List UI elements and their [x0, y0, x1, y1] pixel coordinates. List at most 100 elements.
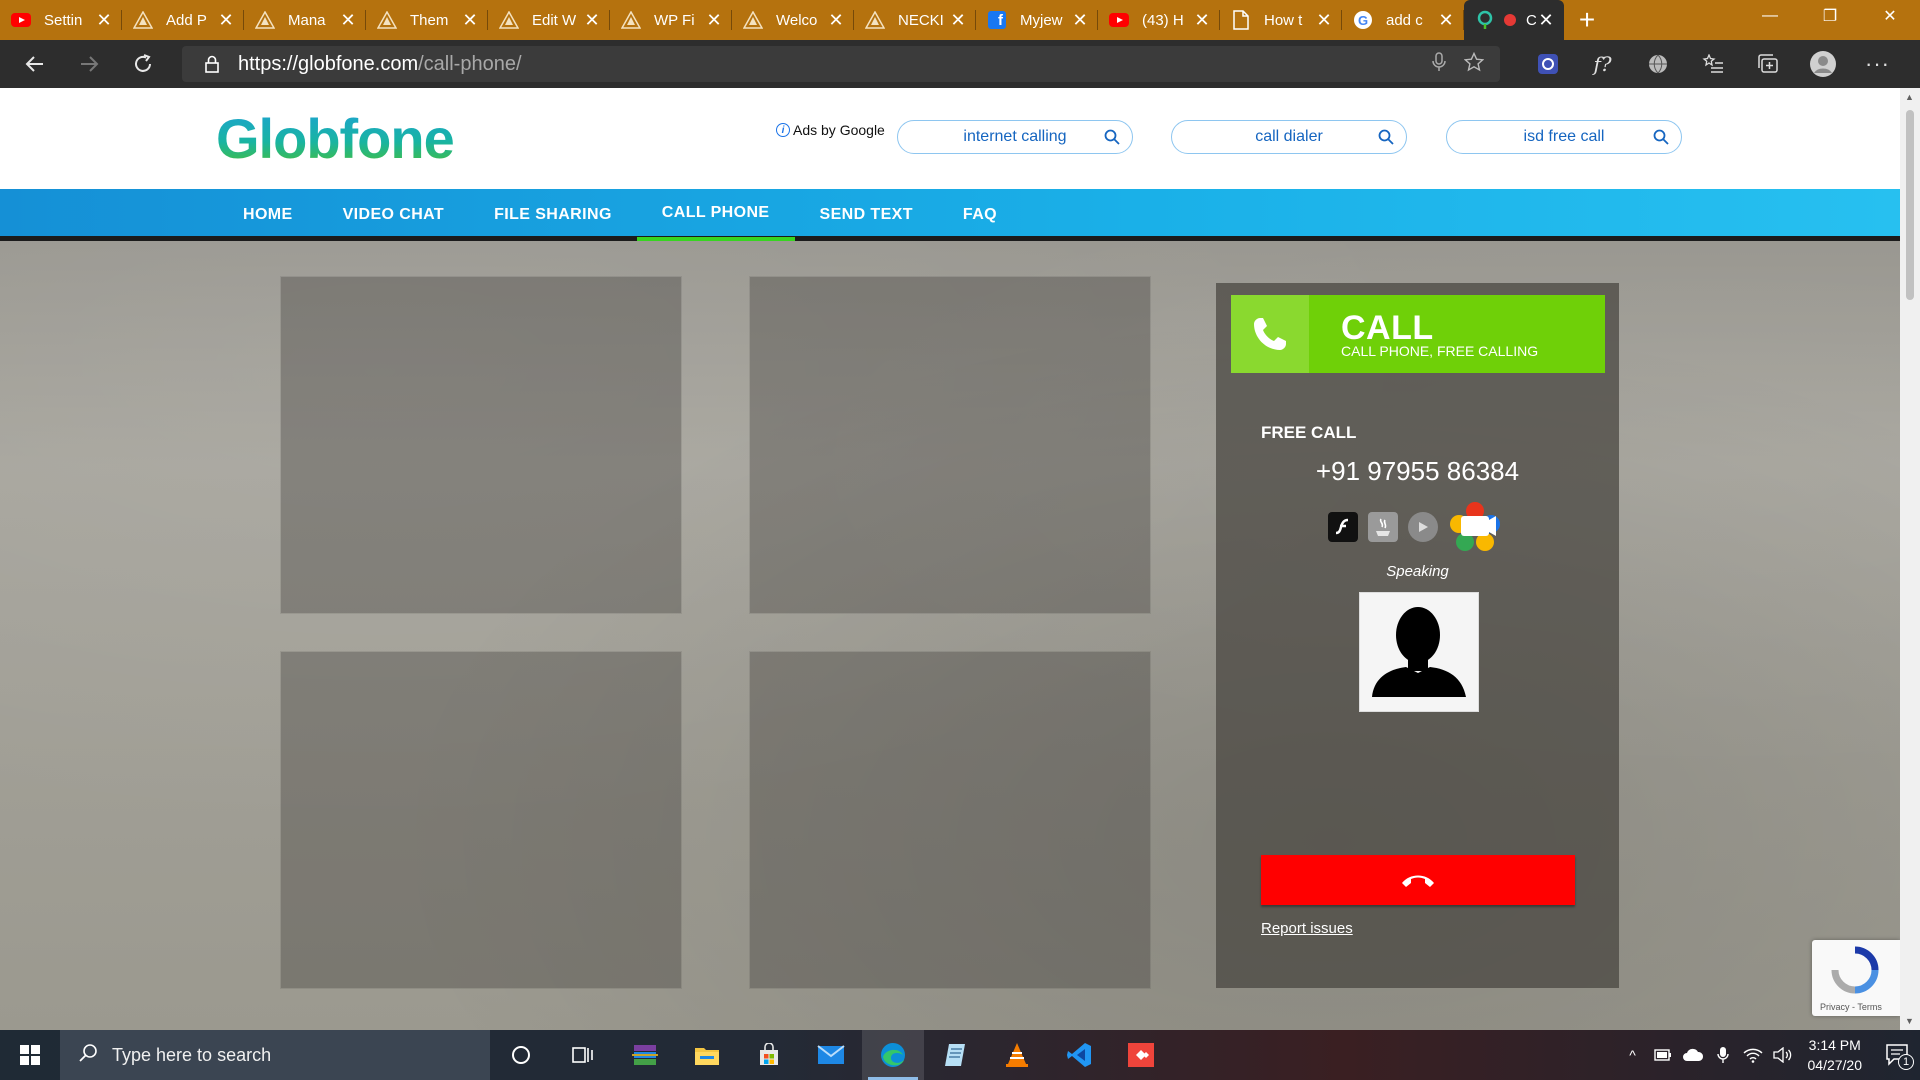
nav-video-chat[interactable]: VIDEO CHAT	[318, 189, 469, 241]
browser-tab[interactable]: G add c ✕	[1342, 0, 1464, 40]
ad-search-internet-calling[interactable]: internet calling	[897, 120, 1133, 154]
browser-tab[interactable]: Welco ✕	[732, 0, 854, 40]
scroll-down-icon[interactable]: ▼	[1905, 1016, 1914, 1026]
vscode-icon[interactable]	[1048, 1030, 1110, 1080]
tab-close-icon[interactable]: ✕	[338, 10, 358, 31]
tab-close-icon[interactable]: ✕	[948, 10, 968, 31]
wifi-icon[interactable]	[1738, 1047, 1768, 1063]
new-tab-button[interactable]: +	[1564, 0, 1610, 40]
tab-close-icon[interactable]: ✕	[1192, 10, 1212, 31]
task-view-icon[interactable]	[552, 1030, 614, 1080]
tab-close-icon[interactable]: ✕	[1314, 10, 1334, 31]
formula-extension-icon[interactable]: f?	[1575, 52, 1630, 76]
close-window-icon[interactable]: ✕	[1860, 0, 1920, 32]
windows-start-icon[interactable]	[0, 1030, 60, 1080]
anydesk-icon[interactable]	[1110, 1030, 1172, 1080]
onedrive-cloud-icon[interactable]	[1678, 1048, 1708, 1062]
show-hidden-icons-chevron-icon[interactable]: ^	[1618, 1047, 1648, 1063]
notepad-app-icon[interactable]	[924, 1030, 986, 1080]
tab-close-icon[interactable]: ✕	[704, 10, 724, 31]
favorites-list-icon[interactable]	[1685, 54, 1740, 74]
mail-icon[interactable]	[800, 1030, 862, 1080]
windows-taskbar: Type here to search ^ 3:14 PM 04/27/20 1	[0, 1030, 1920, 1080]
browser-tab[interactable]: (43) H ✕	[1098, 0, 1220, 40]
tab-label: NECKI	[898, 11, 944, 29]
action-center-icon[interactable]: 1	[1876, 1044, 1920, 1070]
cortana-icon[interactable]	[490, 1030, 552, 1080]
ad-search-call-dialer[interactable]: call dialer	[1171, 120, 1407, 154]
browser-tab[interactable]: WP Fi ✕	[610, 0, 732, 40]
url-path: /call-phone/	[418, 52, 522, 75]
page-scrollbar[interactable]: ▲ ▼	[1900, 88, 1920, 1030]
nav-home[interactable]: HOME	[218, 189, 318, 241]
tab-close-icon[interactable]: ✕	[94, 10, 114, 31]
browser-tab[interactable]: NECKI ✕	[854, 0, 976, 40]
browser-tab[interactable]: Mana ✕	[244, 0, 366, 40]
nav-call-phone[interactable]: CALL PHONE	[636, 189, 795, 241]
restore-icon[interactable]: ❐	[1800, 0, 1860, 32]
tab-close-icon[interactable]: ✕	[826, 10, 846, 31]
nav-send-text[interactable]: SEND TEXT	[795, 189, 938, 241]
back-icon[interactable]	[8, 40, 62, 88]
recaptcha-badge[interactable]: Privacy - Terms	[1812, 940, 1900, 1016]
microphone-icon[interactable]	[1708, 1046, 1738, 1064]
minimize-icon[interactable]: —	[1740, 0, 1800, 32]
edge-browser-icon[interactable]	[862, 1030, 924, 1080]
file-explorer-icon[interactable]	[676, 1030, 738, 1080]
scroll-thumb[interactable]	[1906, 110, 1914, 300]
taskbar-clock[interactable]: 3:14 PM 04/27/20	[1808, 1035, 1863, 1075]
profile-avatar-icon[interactable]	[1795, 50, 1850, 78]
hang-up-button[interactable]	[1261, 855, 1575, 905]
browser-tab[interactable]: f Myjew ✕	[976, 0, 1098, 40]
tab-close-icon[interactable]: ✕	[582, 10, 602, 31]
winrar-icon[interactable]	[614, 1030, 676, 1080]
volume-icon[interactable]	[1768, 1047, 1798, 1063]
recaptcha-privacy-terms[interactable]: Privacy - Terms	[1820, 1002, 1882, 1012]
battery-icon[interactable]	[1648, 1049, 1678, 1061]
browser-tab[interactable]: Edit W ✕	[488, 0, 610, 40]
more-menu-icon[interactable]: ···	[1850, 51, 1905, 77]
browser-tab[interactable]: Add P ✕	[122, 0, 244, 40]
address-bar[interactable]: https://globfone.com/call-phone/	[182, 46, 1500, 82]
browser-tab-bar: Settin ✕ Add P ✕ Mana ✕ Them ✕ Edit W ✕ …	[0, 0, 1920, 40]
scroll-up-icon[interactable]: ▲	[1905, 92, 1914, 102]
taskbar-search-box[interactable]: Type here to search	[60, 1030, 490, 1080]
tab-close-icon[interactable]: ✕	[216, 10, 236, 31]
tab-close-icon[interactable]: ✕	[460, 10, 480, 31]
collections-icon[interactable]	[1740, 54, 1795, 74]
browser-tab[interactable]: Them ✕	[366, 0, 488, 40]
browser-tab[interactable]: Settin ✕	[0, 0, 122, 40]
nav-file-sharing[interactable]: FILE SHARING	[469, 189, 637, 241]
nav-faq[interactable]: FAQ	[938, 189, 1022, 241]
youtube-icon	[1108, 9, 1130, 31]
extension-blue-icon[interactable]	[1520, 53, 1575, 75]
tab-close-icon[interactable]: ✕	[1070, 10, 1090, 31]
tab-label: Myjew	[1020, 11, 1063, 29]
tab-close-icon[interactable]: ✕	[1536, 10, 1556, 31]
microphone-icon[interactable]	[1432, 51, 1446, 77]
tab-label: (43) H	[1142, 11, 1184, 29]
vlc-icon[interactable]	[986, 1030, 1048, 1080]
recaptcha-icon	[1831, 946, 1879, 994]
lock-icon[interactable]	[196, 55, 228, 73]
site-logo[interactable]: Globfone	[216, 106, 455, 171]
favorite-star-icon[interactable]	[1463, 51, 1485, 77]
microsoft-store-icon[interactable]	[738, 1030, 800, 1080]
tab-label: C	[1526, 11, 1536, 29]
ads-label-text: Ads by Google	[793, 122, 885, 138]
globfone-icon	[1474, 9, 1496, 31]
omnibox-actions	[1432, 51, 1485, 77]
forward-icon[interactable]	[62, 40, 116, 88]
report-issues-link[interactable]: Report issues	[1261, 920, 1353, 937]
wordpress-triangle-icon	[498, 9, 520, 31]
ad-search-isd-free-call[interactable]: isd free call	[1446, 120, 1682, 154]
tab-close-icon[interactable]: ✕	[1436, 10, 1456, 31]
free-call-label: FREE CALL	[1261, 423, 1357, 442]
globe-extension-icon[interactable]	[1630, 54, 1685, 74]
refresh-icon[interactable]	[116, 40, 170, 88]
browser-tab[interactable]: How t ✕	[1220, 0, 1342, 40]
browser-tab-active[interactable]: C ✕	[1464, 0, 1564, 40]
video-slot	[281, 277, 681, 613]
ads-by-google[interactable]: i Ads by Google	[776, 122, 885, 138]
video-slot	[750, 277, 1150, 613]
